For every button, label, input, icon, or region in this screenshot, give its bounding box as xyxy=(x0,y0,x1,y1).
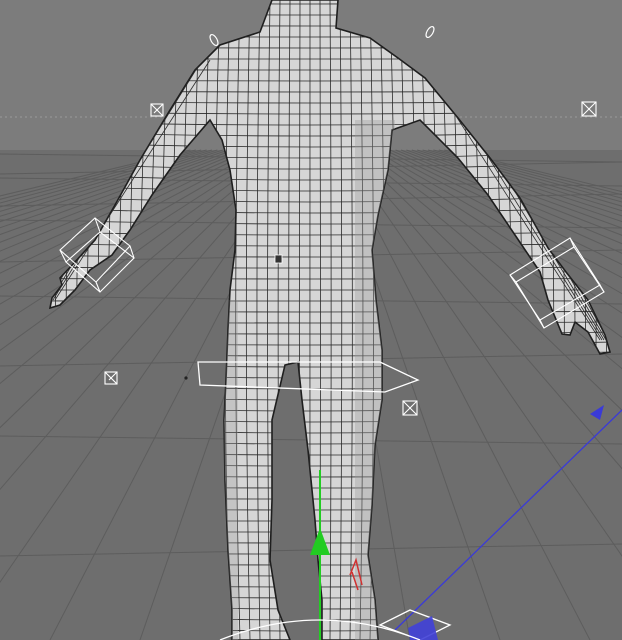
root-joint-icon[interactable] xyxy=(274,254,283,264)
3d-viewport[interactable] xyxy=(0,0,622,640)
viewport-canvas[interactable] xyxy=(0,0,622,640)
pivot-dot xyxy=(184,376,188,380)
